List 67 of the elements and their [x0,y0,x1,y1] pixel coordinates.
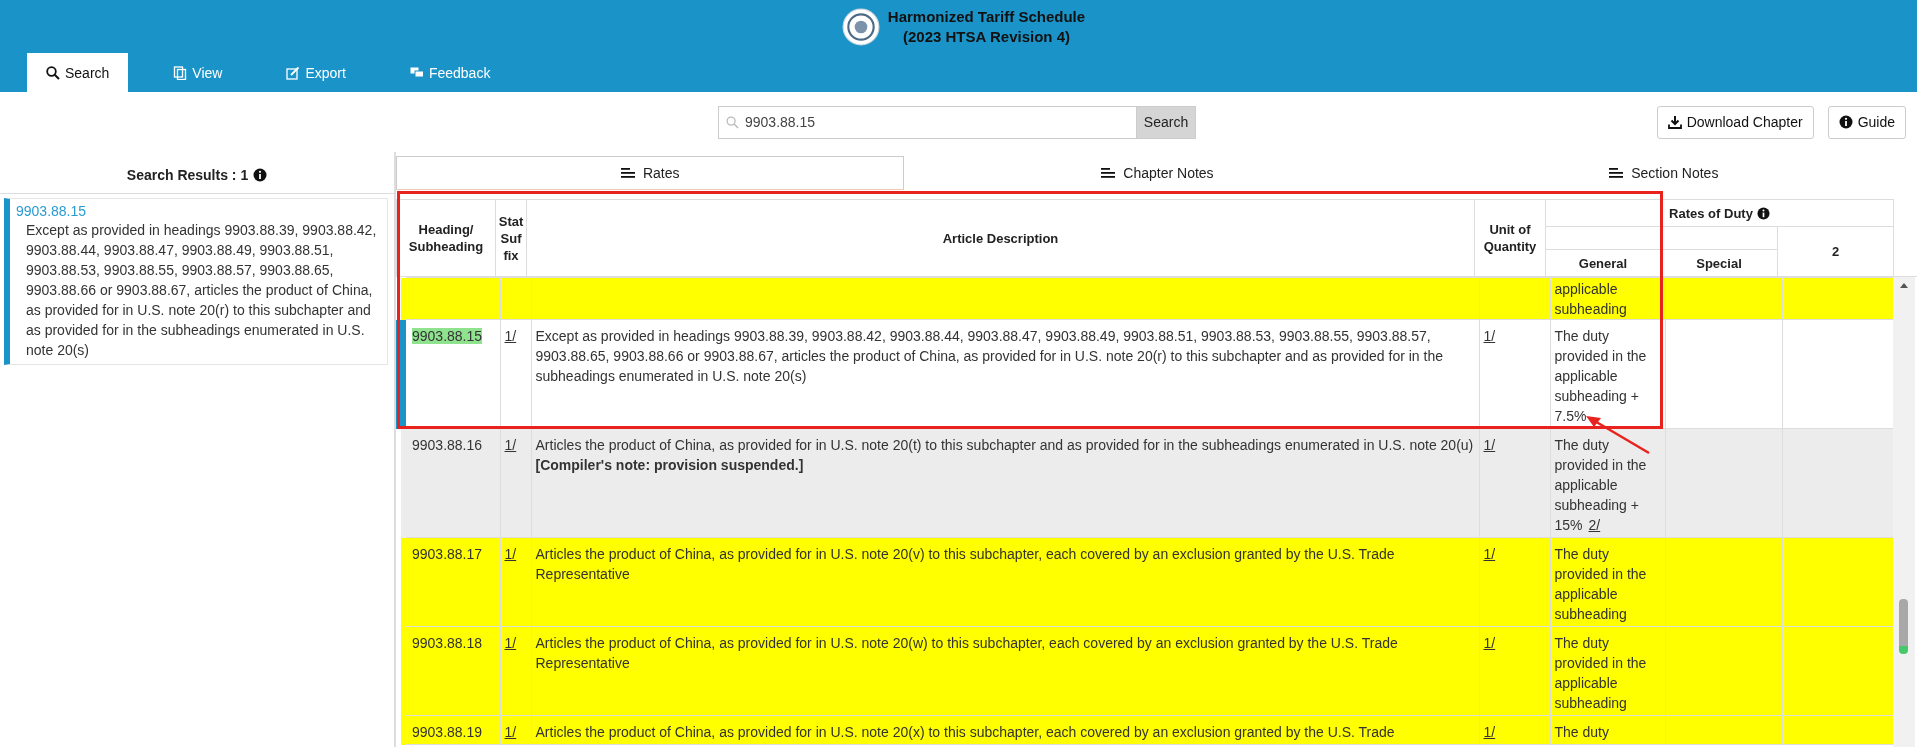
toolbar-button[interactable]: Guide [1827,105,1906,139]
search-icon [46,65,60,80]
table-row[interactable] [401,537,1893,627]
table-row[interactable]: 9903.88.19 1/ Articles the product of China, as provided for in U.S. note 20(x) to this subchapter, each covered by an exclusion granted by the U.S. Trade 1/ The duty [401,715,1893,745]
table-cell: 9903.88.18 [412,635,483,651]
footnote-link[interactable]: 1/ [504,437,517,453]
table-cell: Articles the product of China, as provided for in U.S. note 20(v) to this subchapter, each covered by an exclusion granted by the U.S. Trade Representative [535,546,1395,582]
footnote-link[interactable]: 1/ [504,635,517,651]
lines-icon [1609,166,1624,180]
footnote-link[interactable]: 1/ [1483,724,1496,740]
search-field[interactable]: 9903.88.15 [718,105,1137,139]
result-description: Except as provided in headings 9903.88.39, 9903.88.42, 9903.88.44, 9903.88.47, 9903.88.49, 9903.88.51, 9903.88.53, 9903.88.55, 9903.88.57, 9903.88.65, 9903.88.66 or 9903.88.67, articles the product of China, as provided for in U.S. note 20(r) to this subchapter and as provided for in the subheadings enumerated in U.S. note 20(s) [26,221,378,360]
table-row[interactable]: applicable subheading [401,277,1893,320]
nav-tab[interactable]: Search [27,53,129,92]
content-tab[interactable]: Rates [396,156,905,190]
table-cell: The duty [1554,724,1609,740]
table-cell: Except as provided in headings 9903.88.39, 9903.88.42, 9903.88.44, 9903.88.47, 9903.88.49, 9903.88.51, 9903.88.53, 9903.88.55, 9903.88.57, 9903.88.65, 9903.88.66 or 9903.88.67, articles the product of China, as provided for in U.S. note 20(r) to this subchapter and as provided for in the subheadings enumerated in U.S. note 20(s) [535,328,1443,384]
table-cell: Articles the product of China, as provided for in U.S. note 20(x) to this subchapter, each covered by an exclusion granted by the U.S. Trade [535,724,1395,740]
table-cell: Articles the product of China, as provided for in U.S. note 20(w) to this subchapter, each covered by an exclusion granted by the U.S. Trade Representative [535,635,1398,671]
app-title: Harmonized Tariff Schedule [887,6,1086,27]
seal-logo-icon [841,7,880,46]
table-cell: The duty provided in the applicable subheading + 15% 2/ [1554,437,1647,533]
table-cell: The duty provided in the applicable subheading [1554,635,1647,711]
table-cell: 9903.88.19 [412,724,483,740]
scroll-up-icon[interactable] [1900,282,1908,288]
table-cell: 9903.88.16 [412,437,483,453]
footnote-link[interactable]: 2/ [1588,517,1601,533]
footnote-link[interactable]: 1/ [1483,328,1496,344]
content-tab[interactable]: Section Notes [1410,156,1917,190]
footnote-link[interactable]: 1/ [1483,546,1496,562]
table-cell: Articles the product of China, as provided for in U.S. note 20(t) to this subchapter and as provided for in the subheadings enumerated in U.S. note 20(u) [Compiler's note: provision suspended.] [535,437,1474,473]
edit-icon [286,65,301,80]
table-cell: 9903.88.17 [412,546,483,562]
search-button[interactable]: Search [1137,105,1196,139]
column-header: Heading/ Subheading [396,199,496,277]
download-icon [1667,115,1682,129]
table-cell: The duty provided in the applicable subheading + 7.5% [1554,328,1647,424]
column-header: Stat Suf fix [495,199,527,277]
scroll-thumb[interactable] [1899,599,1908,654]
info-icon [1838,115,1853,129]
info-icon [1756,206,1770,220]
result-card[interactable] [4,198,388,365]
info-icon [253,168,268,182]
lines-icon [620,166,635,180]
chat-icon [409,65,424,80]
table-row[interactable] [401,626,1893,716]
table-cell: The duty provided in the applicable subheading [1554,546,1647,622]
lines-icon [1101,166,1116,180]
column-group-header: Rates of Duty [1545,199,1894,227]
footnote-link[interactable]: 1/ [504,546,517,562]
column-header: 2 [1777,226,1894,277]
footnote-link[interactable]: 1/ [1483,437,1496,453]
app-title: (2023 HTSA Revision 4) [902,26,1071,47]
table-cell: 9903.88.15 [412,328,483,344]
column-header: Article Description [526,199,1475,277]
annotation-arrow [1585,415,1651,455]
footnote-link[interactable]: 1/ [504,328,517,344]
table-cell: applicable subheading [1554,281,1627,317]
toolbar-button[interactable]: Download Chapter [1656,105,1814,139]
table-row[interactable] [401,428,1893,538]
content-tab[interactable]: Chapter Notes [904,156,1411,190]
footnote-link[interactable]: 1/ [1483,635,1496,651]
search-icon [726,115,739,129]
pages-icon [173,65,188,80]
scrollbar[interactable] [1893,277,1915,747]
column-header: Unit of Quantity [1474,199,1546,277]
results-heading: Search Results : 1 [126,167,249,183]
